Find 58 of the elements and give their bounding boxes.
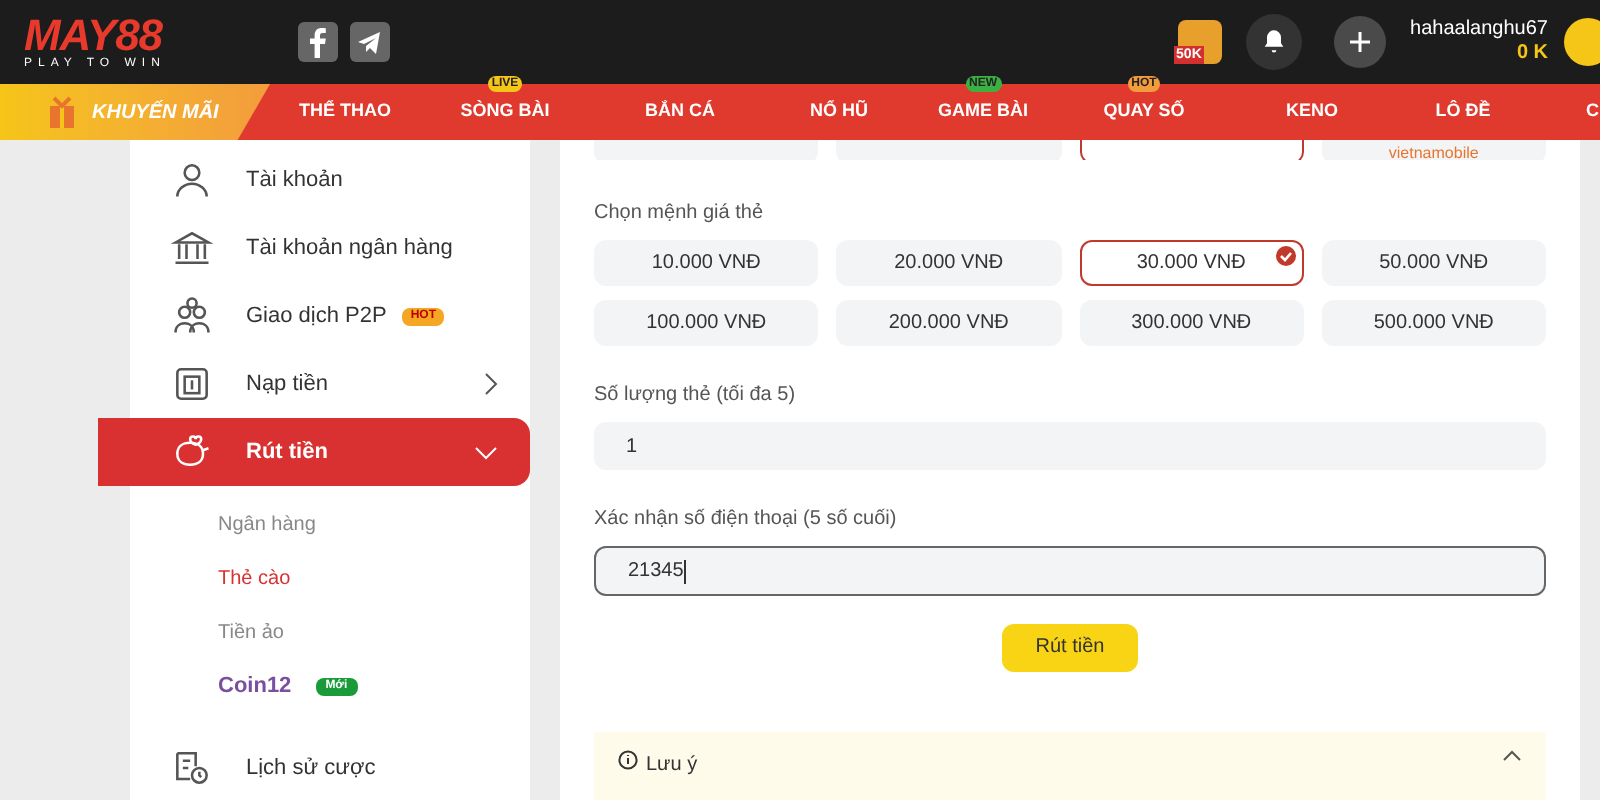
gift-icon: [48, 96, 76, 128]
note-panel[interactable]: Lưu ý: [594, 731, 1546, 800]
submenu-item[interactable]: Thẻ cào: [218, 564, 291, 594]
sidebar-label: Tài khoản ngân hàng: [246, 233, 453, 264]
nav-link[interactable]: GAME BÀI: [938, 98, 1028, 126]
sidebar-label: Rút tiền: [246, 437, 328, 468]
submenu-item[interactable]: Tiền ảo: [218, 618, 284, 648]
note-title: Lưu ý: [646, 751, 698, 780]
withdraw-button[interactable]: Rút tiền: [1002, 624, 1138, 672]
sidebar-item[interactable]: Rút tiền: [98, 418, 530, 486]
field-label: Số lượng thẻ (tối đa 5): [594, 381, 798, 410]
bell-icon: [1260, 28, 1289, 56]
atm-icon: [170, 362, 214, 406]
people-icon: [170, 294, 214, 338]
username: hahaalanghu67: [1410, 17, 1548, 42]
facebook-icon[interactable]: [298, 22, 338, 62]
sidebar-item[interactable]: Lịch sử cược: [130, 734, 530, 800]
nav-link[interactable]: THỂ THAO: [299, 98, 391, 126]
denomination-option[interactable]: 30.000 VNĐ: [1079, 239, 1304, 286]
notification-button[interactable]: [1246, 14, 1303, 70]
info-icon: [618, 749, 638, 770]
sidebar-item[interactable]: Tài khoản: [130, 146, 530, 214]
field-label: Xác nhận số điện thoại (5 số cuối): [594, 506, 899, 535]
sidebar-item[interactable]: Nạp tiền: [130, 350, 530, 418]
sidebar-item[interactable]: Tài khoản ngân hàng: [130, 214, 530, 282]
denomination-option[interactable]: 500.000 VNĐ: [1321, 299, 1546, 346]
sidebar-label: Tài khoản: [246, 165, 343, 196]
input-field[interactable]: 21345: [594, 546, 1546, 597]
denomination-option[interactable]: 10.000 VNĐ: [594, 239, 819, 286]
nav-link[interactable]: NỔ HŨ: [810, 98, 868, 126]
history-icon: [170, 746, 214, 790]
coin12-logo[interactable]: Coin12: [218, 670, 292, 704]
balance: 0 K: [1516, 42, 1548, 67]
bank-icon: [170, 226, 214, 270]
check-icon: [1275, 245, 1296, 266]
denomination-option[interactable]: 50.000 VNĐ: [1321, 239, 1546, 286]
nav-link[interactable]: BẮN CÁ: [645, 98, 715, 126]
user-icon: [170, 158, 214, 202]
avatar[interactable]: [1564, 18, 1600, 66]
nav-link[interactable]: LÔ ĐỀ: [1435, 98, 1491, 126]
nav-link[interactable]: C: [1586, 98, 1599, 126]
submenu-item[interactable]: Ngân hàng: [218, 510, 316, 540]
add-button[interactable]: [1334, 16, 1387, 68]
denomination-option[interactable]: 20.000 VNĐ: [836, 239, 1061, 286]
chevron-up-icon: [1502, 749, 1522, 762]
denomination-option[interactable]: 100.000 VNĐ: [594, 299, 819, 346]
sidebar-label: Giao dịch P2P: [246, 301, 387, 332]
nav-link[interactable]: SÒNG BÀI: [460, 98, 550, 126]
input-field[interactable]: 1: [594, 421, 1546, 471]
nav-link[interactable]: QUAY SỐ: [1103, 98, 1185, 126]
nav-link[interactable]: KENO: [1285, 98, 1338, 126]
telegram-icon[interactable]: [350, 22, 390, 62]
denomination-option[interactable]: 300.000 VNĐ: [1079, 299, 1304, 346]
denomination-option[interactable]: 200.000 VNĐ: [836, 299, 1061, 346]
field-label: Chọn mệnh giá thẻ: [594, 199, 766, 228]
sidebar-label: Nạp tiền: [246, 369, 328, 400]
sidebar-label: Lịch sử cược: [246, 753, 376, 784]
plus-icon: [1348, 30, 1373, 54]
